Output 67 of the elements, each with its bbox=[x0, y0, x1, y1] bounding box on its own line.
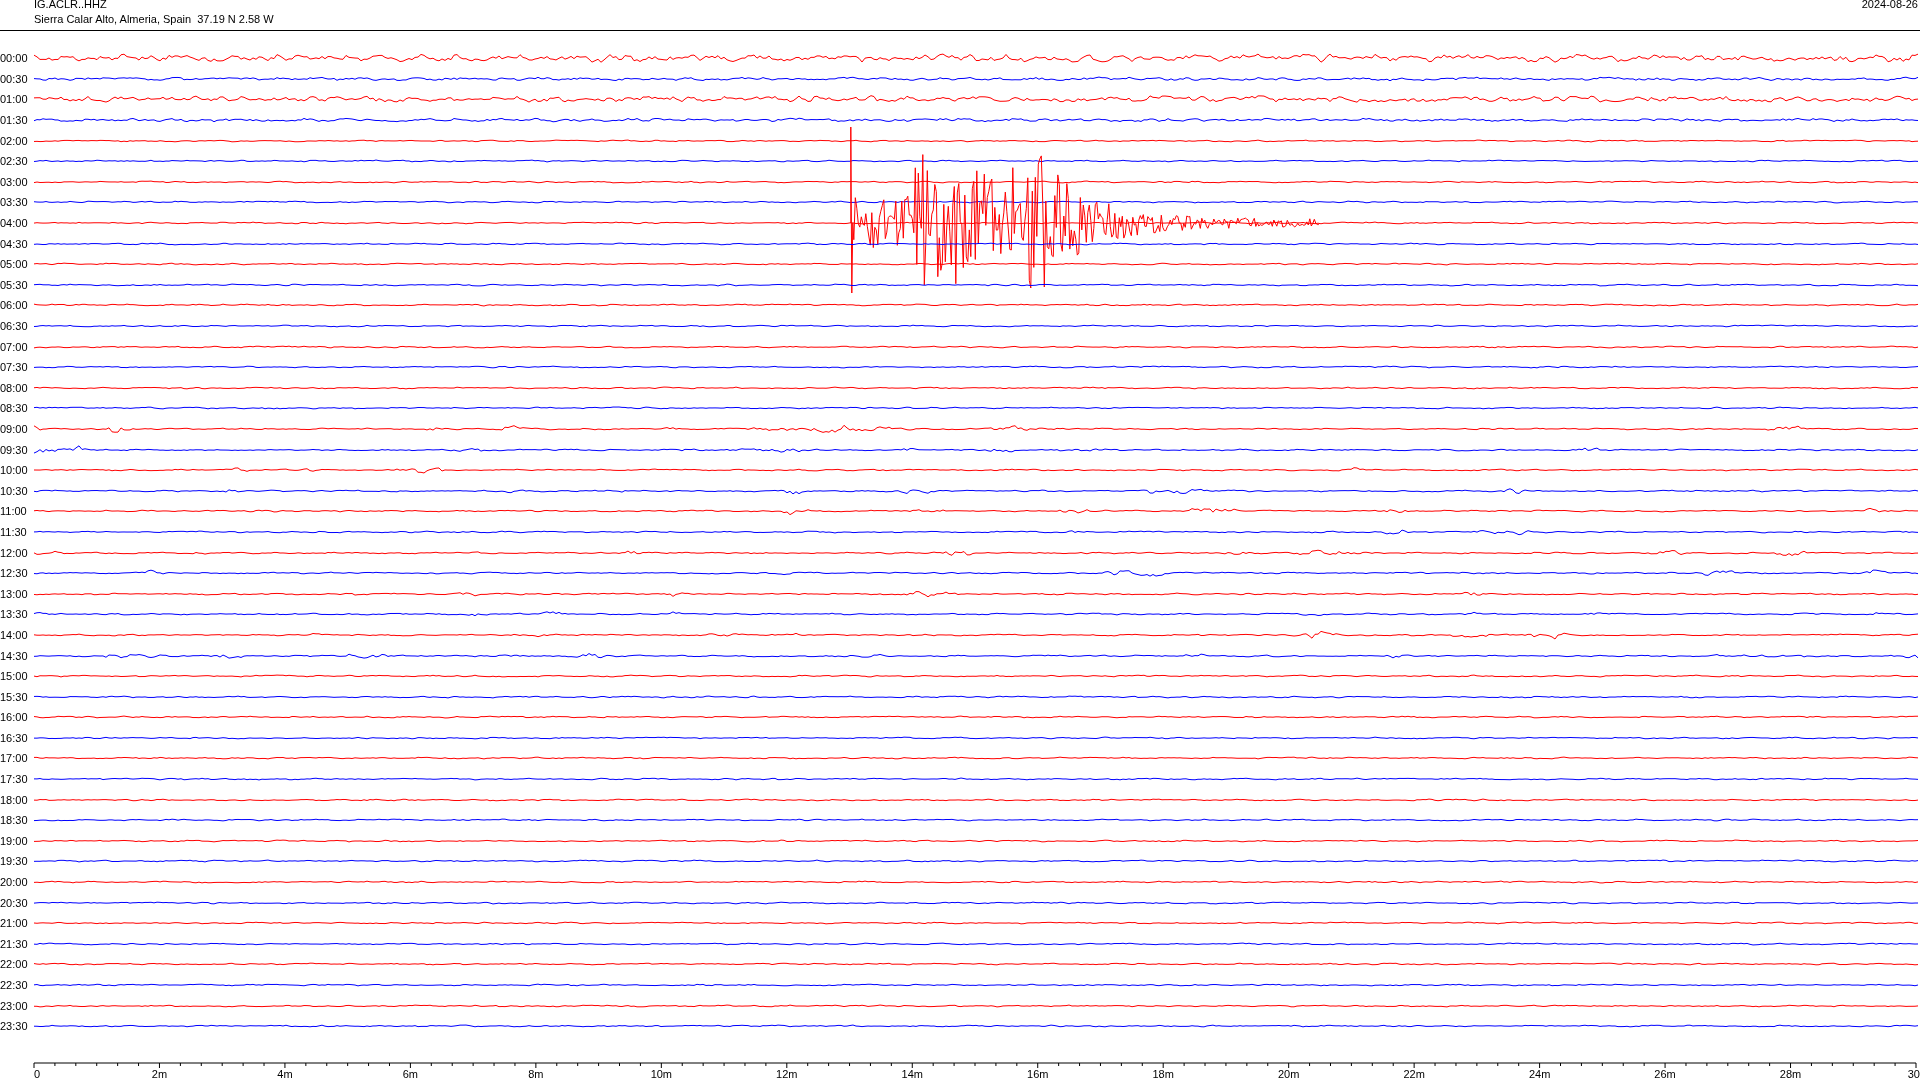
time-label: 18:00 bbox=[0, 793, 29, 806]
time-label: 02:30 bbox=[0, 155, 29, 168]
time-label: 03:00 bbox=[0, 175, 29, 188]
time-label: 21:30 bbox=[0, 937, 29, 950]
time-label: 22:00 bbox=[0, 958, 29, 971]
time-label: 12:00 bbox=[0, 546, 29, 559]
tick-label: 30 bbox=[1907, 1067, 1920, 1080]
station-code: IG.ACLR..HHZ bbox=[34, 0, 107, 10]
tick-label: 6m bbox=[402, 1067, 419, 1080]
time-label: 16:00 bbox=[0, 711, 29, 724]
time-label: 02:00 bbox=[0, 134, 29, 147]
record-date: 2024-08-26 bbox=[1861, 0, 1918, 10]
time-label: 15:00 bbox=[0, 670, 29, 683]
tick-label: 28m bbox=[1779, 1067, 1802, 1080]
time-label: 14:00 bbox=[0, 628, 29, 641]
tick-label: 16m bbox=[1027, 1067, 1049, 1080]
time-label: 03:30 bbox=[0, 196, 29, 209]
time-label: 00:30 bbox=[0, 72, 29, 85]
time-label: 23:30 bbox=[0, 1020, 29, 1033]
tick-label: 24m bbox=[1528, 1067, 1551, 1080]
tick-label: 20m bbox=[1277, 1067, 1300, 1080]
tick-label: 0 bbox=[34, 1067, 41, 1080]
time-label: 17:30 bbox=[0, 773, 29, 786]
time-label: 17:00 bbox=[0, 752, 29, 765]
time-label: 23:00 bbox=[0, 999, 29, 1012]
time-label: 13:00 bbox=[0, 587, 29, 600]
time-label: 01:00 bbox=[0, 93, 29, 106]
time-label: 00:00 bbox=[0, 52, 29, 65]
time-label: 19:30 bbox=[0, 855, 29, 868]
time-label: 04:00 bbox=[0, 217, 29, 230]
time-label: 18:30 bbox=[0, 814, 29, 827]
time-label: 21:00 bbox=[0, 917, 29, 930]
time-label: 10:30 bbox=[0, 484, 29, 497]
time-label: 13:30 bbox=[0, 608, 29, 621]
time-label: 04:30 bbox=[0, 237, 29, 250]
tick-label: 2m bbox=[151, 1067, 168, 1080]
tick-label: 14m bbox=[901, 1067, 923, 1080]
time-label: 20:30 bbox=[0, 896, 29, 909]
time-label: 07:00 bbox=[0, 340, 29, 353]
time-label: 09:30 bbox=[0, 443, 29, 456]
time-label: 06:30 bbox=[0, 320, 29, 332]
time-label: 22:30 bbox=[0, 979, 29, 991]
time-label: 15:30 bbox=[0, 690, 29, 703]
tick-label: 8m bbox=[528, 1067, 544, 1080]
station-location: Sierra Calar Alto, Almeria, Spain 37.19 N 2.58 W bbox=[34, 13, 274, 25]
time-label: 16:30 bbox=[0, 731, 29, 744]
time-label: 05:30 bbox=[0, 278, 29, 291]
time-label: 09:00 bbox=[0, 423, 29, 435]
time-label: 05:00 bbox=[0, 258, 29, 271]
time-label: 01:30 bbox=[0, 114, 29, 127]
time-label: 10:00 bbox=[0, 464, 29, 477]
time-label: 08:00 bbox=[0, 381, 29, 394]
time-label: 07:30 bbox=[0, 361, 29, 374]
time-label: 19:00 bbox=[0, 834, 29, 847]
tick-label: 22m bbox=[1403, 1067, 1425, 1080]
time-label: 20:00 bbox=[0, 876, 29, 889]
time-label: 14:30 bbox=[0, 649, 29, 662]
tick-label: 12m bbox=[776, 1067, 798, 1080]
time-label: 11:30 bbox=[0, 525, 28, 538]
tick-label: 10m bbox=[650, 1067, 673, 1080]
time-label: 08:30 bbox=[0, 402, 29, 415]
tick-label: 18m bbox=[1152, 1067, 1174, 1080]
tick-label: 4m bbox=[277, 1067, 293, 1080]
tick-label: 26m bbox=[1654, 1067, 1676, 1080]
time-label: 12:30 bbox=[0, 567, 29, 580]
time-label: 06:00 bbox=[0, 299, 29, 312]
time-label: 11:00 bbox=[0, 505, 28, 518]
